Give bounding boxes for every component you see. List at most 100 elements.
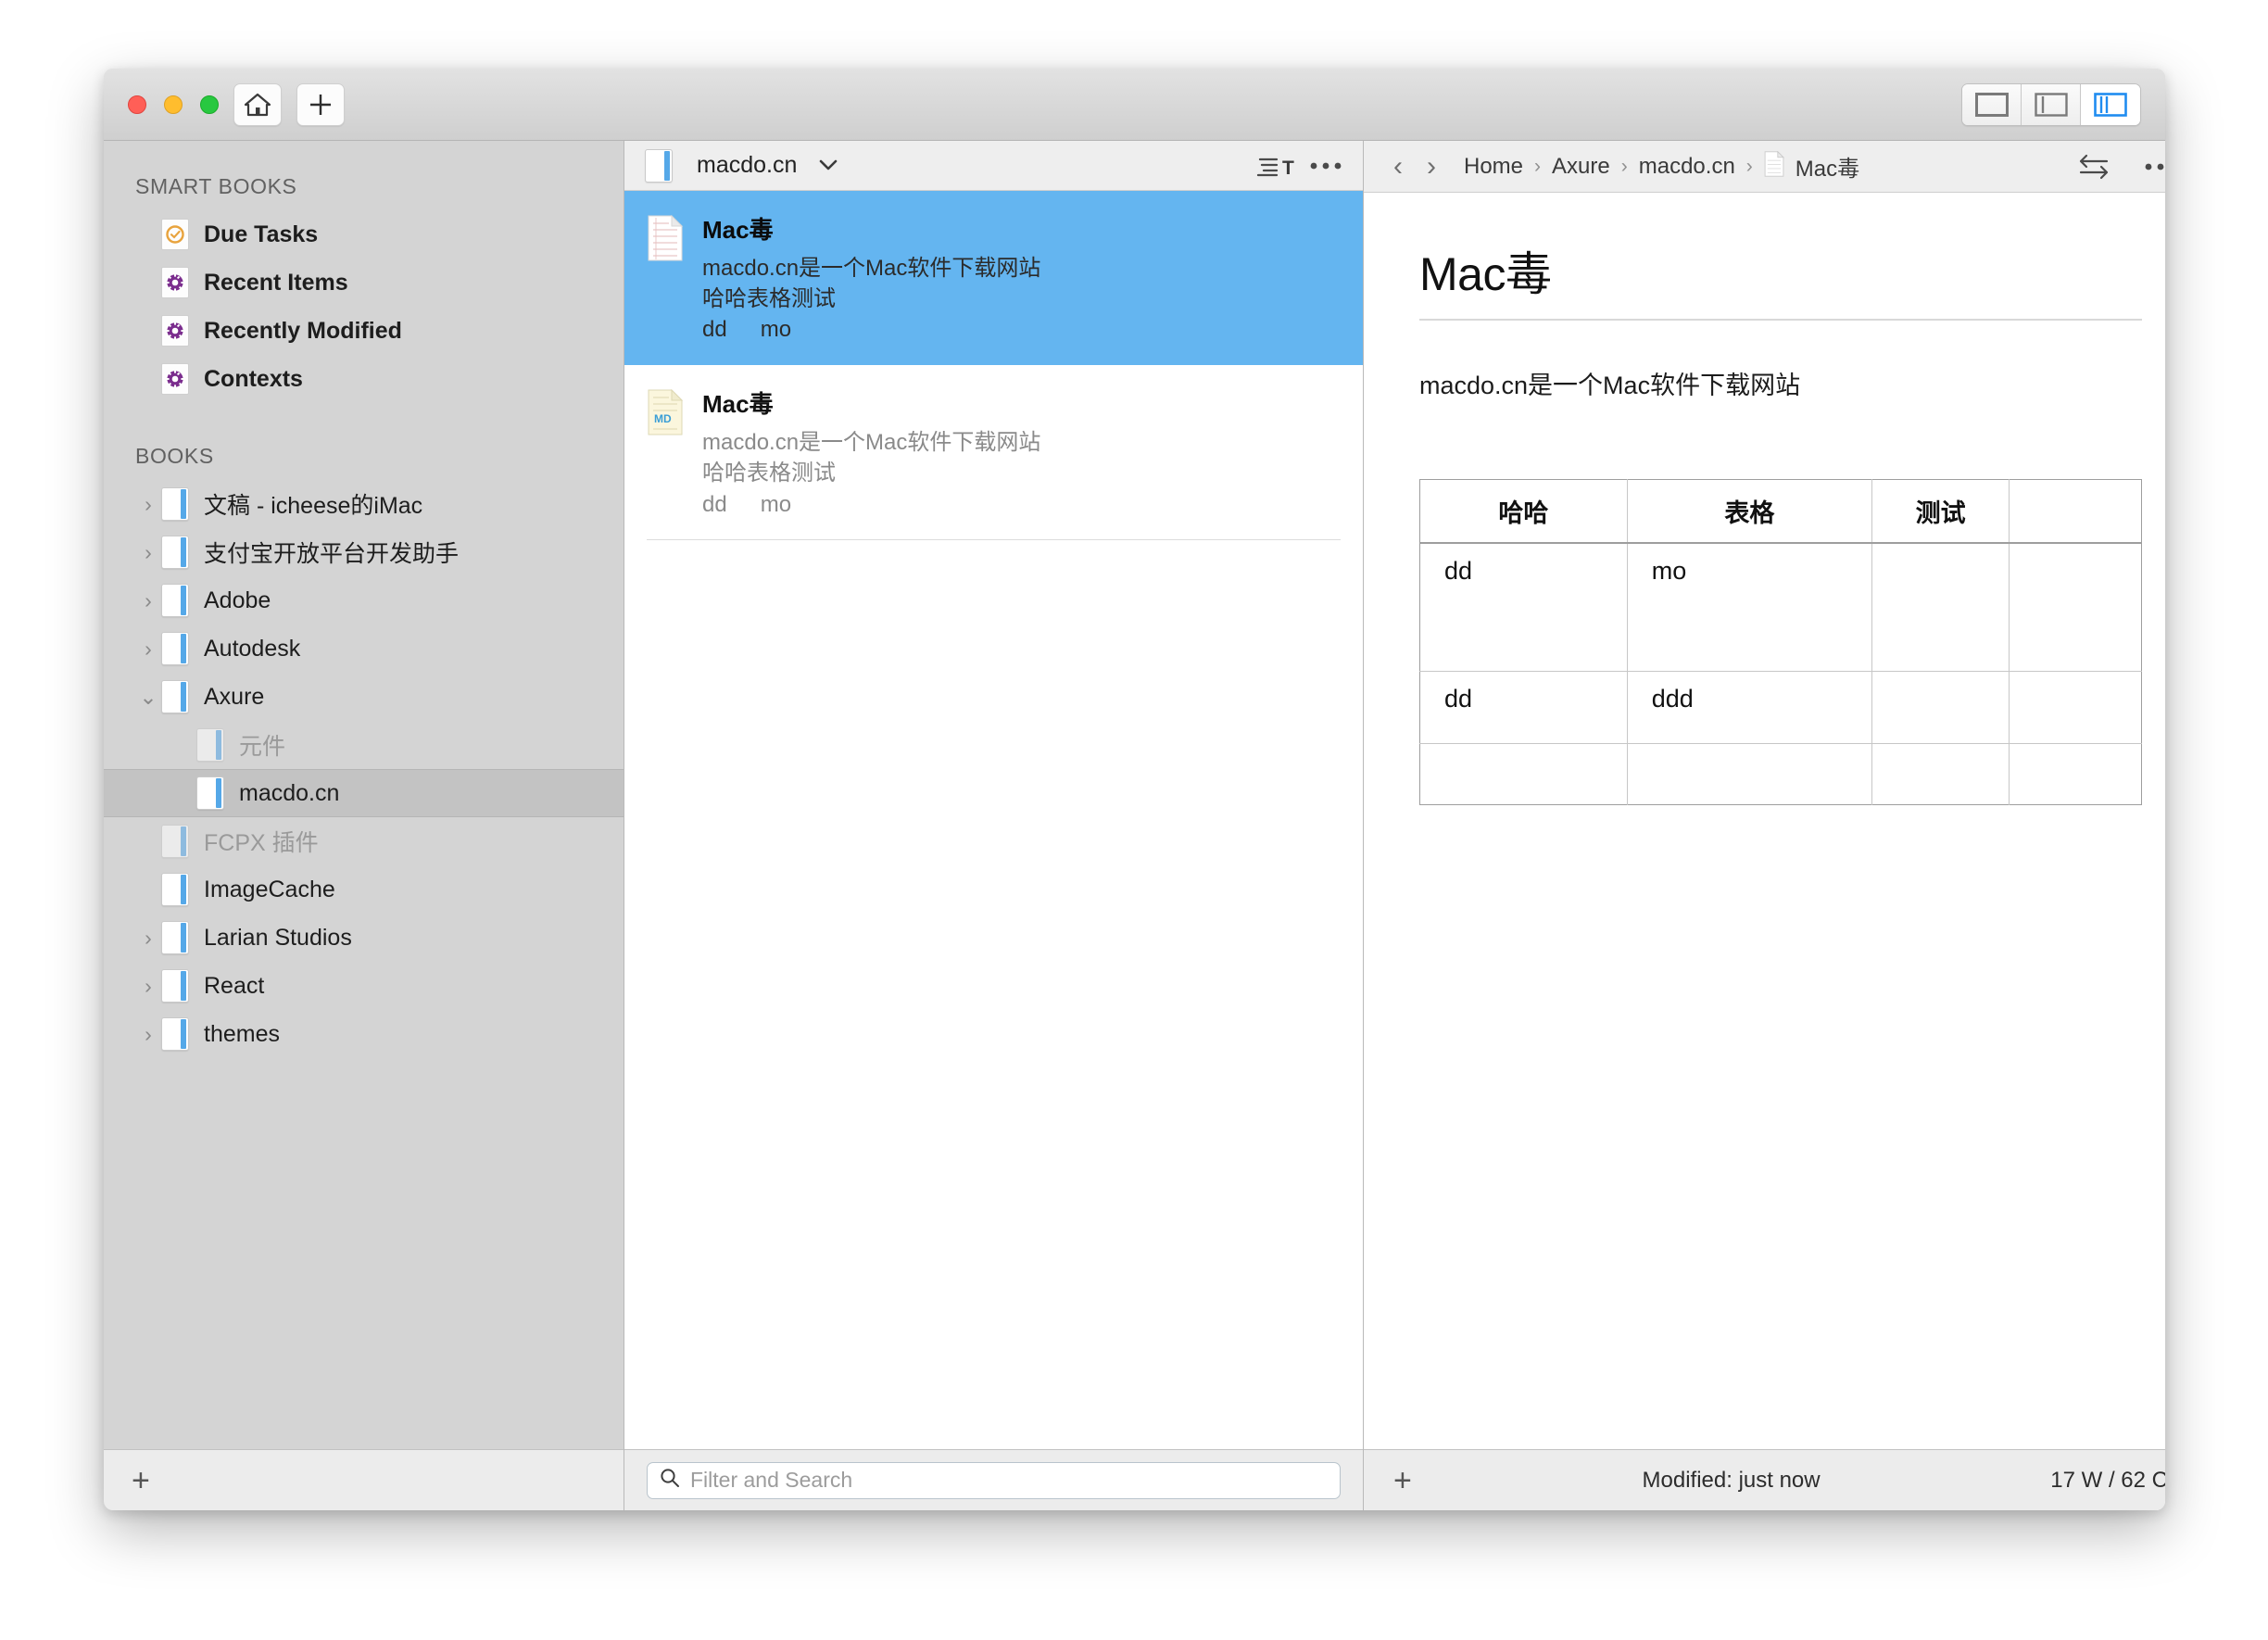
table-row: dd ddd bbox=[1419, 671, 2142, 744]
table-cell[interactable] bbox=[1871, 671, 2010, 744]
sidebar-item-label: Recently Modified bbox=[204, 317, 402, 344]
view-mode-single-pane[interactable] bbox=[1962, 83, 2022, 125]
sidebar-item-adobe[interactable]: › Adobe bbox=[104, 576, 624, 624]
chevron-down-icon[interactable] bbox=[819, 155, 838, 176]
chevron-right-icon[interactable]: › bbox=[135, 1022, 161, 1047]
sidebar-bottom-bar: + bbox=[104, 1449, 624, 1510]
ellipsis-icon[interactable] bbox=[1309, 161, 1342, 170]
breadcrumb-separator: › bbox=[1620, 155, 1628, 177]
sidebar-item-label: 元件 bbox=[239, 734, 286, 760]
chevron-right-icon[interactable]: › bbox=[135, 926, 161, 951]
book-icon bbox=[196, 776, 224, 810]
sidebar-item-larian-studios[interactable]: › Larian Studios bbox=[104, 914, 624, 962]
sidebar-item-react[interactable]: › React bbox=[104, 962, 624, 1010]
table-cell[interactable] bbox=[1871, 543, 2010, 672]
sidebar-item-recent-items[interactable]: Recent Items bbox=[104, 259, 624, 307]
sidebar-item-label: themes bbox=[204, 1020, 280, 1047]
table-cell[interactable] bbox=[2010, 743, 2142, 804]
home-button[interactable] bbox=[233, 82, 282, 126]
table-cell[interactable] bbox=[1627, 743, 1872, 804]
add-book-button[interactable]: + bbox=[132, 1465, 150, 1496]
list-item-snippet-line2: 哈哈表格测试 bbox=[702, 286, 836, 312]
view-mode-switcher[interactable] bbox=[1961, 82, 2141, 126]
table-cell[interactable] bbox=[1419, 743, 1628, 804]
chevron-right-icon[interactable]: › bbox=[135, 540, 161, 565]
sidebar-item-label: Axure bbox=[204, 683, 265, 710]
sidebar-scroll-area[interactable]: SMART BOOKS Due Tasks Recent Items Recen… bbox=[104, 141, 624, 1449]
note-list-bottom-bar: Filter and Search bbox=[624, 1449, 1363, 1510]
sidebar-item-macdo-cn[interactable]: macdo.cn bbox=[104, 769, 624, 817]
close-window-button[interactable] bbox=[128, 95, 146, 114]
book-icon bbox=[161, 969, 189, 1003]
add-note-button[interactable]: + bbox=[1393, 1465, 1412, 1496]
ellipsis-icon[interactable] bbox=[2144, 162, 2165, 171]
document-table[interactable]: 哈哈 表格 测试 dd mo dd ddd bbox=[1419, 479, 2142, 805]
sidebar-item-autodesk[interactable]: › Autodesk bbox=[104, 624, 624, 673]
sidebar-item-axure[interactable]: ⌄ Axure bbox=[104, 673, 624, 721]
sidebar-item-themes[interactable]: › themes bbox=[104, 1010, 624, 1058]
breadcrumb-item-home[interactable]: Home bbox=[1464, 154, 1523, 180]
modified-status: Modified: just now bbox=[1642, 1467, 1821, 1493]
breadcrumb-item-macdo-cn[interactable]: macdo.cn bbox=[1639, 154, 1735, 180]
table-cell[interactable]: dd bbox=[1419, 671, 1628, 744]
table-cell[interactable]: dd bbox=[1419, 543, 1628, 672]
swap-arrows-icon[interactable] bbox=[2073, 154, 2114, 180]
zoom-window-button[interactable] bbox=[200, 95, 219, 114]
new-item-button[interactable] bbox=[296, 82, 345, 126]
book-icon bbox=[161, 873, 189, 906]
list-item[interactable]: Mac毒 macdo.cn是一个Mac软件下载网站 哈哈表格测试 dd mo bbox=[624, 191, 1363, 366]
sidebar-item-contexts[interactable]: Contexts bbox=[104, 355, 624, 403]
detail-panel: ‹ › Home › Axure › macdo.cn › Mac毒 Mac毒 … bbox=[1364, 141, 2165, 1510]
three-pane-icon bbox=[2094, 92, 2127, 117]
word-character-count: 17 W / 62 C bbox=[2050, 1467, 2165, 1493]
sidebar-item-label: Due Tasks bbox=[204, 221, 319, 247]
sidebar-item-alipay[interactable]: › 支付宝开放平台开发助手 bbox=[104, 528, 624, 576]
sidebar-item-recently-modified[interactable]: Recently Modified bbox=[104, 307, 624, 355]
chevron-right-icon[interactable]: › bbox=[1419, 151, 1443, 183]
table-row bbox=[1419, 743, 2142, 804]
table-header-cell: 测试 bbox=[1871, 479, 2010, 544]
book-icon bbox=[161, 1017, 189, 1051]
minimize-window-button[interactable] bbox=[164, 95, 183, 114]
sidebar-item-yuanjian[interactable]: 元件 bbox=[104, 721, 624, 769]
sidebar-item-label: macdo.cn bbox=[239, 779, 340, 806]
table-cell[interactable] bbox=[2009, 671, 2142, 744]
table-cell[interactable]: ddd bbox=[1627, 671, 1872, 744]
breadcrumb-item-document[interactable]: Mac毒 bbox=[1796, 150, 1859, 183]
sidebar-item-due-tasks[interactable]: Due Tasks bbox=[104, 210, 624, 259]
sort-text-icon[interactable]: T bbox=[1255, 153, 1298, 179]
sidebar-item-label: ImageCache bbox=[204, 876, 335, 902]
sidebar-item-label: FCPX 插件 bbox=[204, 830, 319, 856]
list-item-cell1: dd bbox=[702, 317, 727, 343]
chevron-right-icon[interactable]: › bbox=[135, 492, 161, 517]
table-cell[interactable] bbox=[1871, 743, 2010, 804]
text-document-icon bbox=[647, 214, 684, 261]
plus-icon bbox=[310, 94, 331, 115]
breadcrumb-item-axure[interactable]: Axure bbox=[1552, 154, 1610, 180]
chevron-right-icon[interactable]: › bbox=[135, 588, 161, 613]
view-mode-two-pane[interactable] bbox=[2022, 83, 2081, 125]
list-item[interactable]: MD Mac毒 macdo.cn是一个Mac软件下载网站 哈哈表格测试 dd m… bbox=[624, 365, 1363, 540]
breadcrumb-document-icon bbox=[1764, 150, 1784, 182]
chevron-right-icon[interactable]: › bbox=[135, 974, 161, 999]
book-icon bbox=[161, 584, 189, 617]
chevron-right-icon[interactable]: › bbox=[135, 637, 161, 662]
chevron-left-icon[interactable]: ‹ bbox=[1386, 151, 1410, 183]
table-cell[interactable]: mo bbox=[1627, 543, 1872, 672]
sidebar-item-label: React bbox=[204, 972, 265, 999]
view-mode-three-pane[interactable] bbox=[2081, 83, 2140, 125]
search-field[interactable]: Filter and Search bbox=[647, 1461, 1341, 1499]
sidebar-item-label: Larian Studios bbox=[204, 924, 352, 951]
table-cell[interactable] bbox=[2009, 543, 2142, 672]
sidebar-item-label: Autodesk bbox=[204, 635, 301, 662]
sidebar-item-imagecache[interactable]: ImageCache bbox=[104, 865, 624, 914]
list-item-title: Mac毒 bbox=[702, 390, 774, 419]
sidebar-item-label: Contexts bbox=[204, 365, 303, 392]
sidebar-item-fcpx[interactable]: FCPX 插件 bbox=[104, 817, 624, 865]
sidebar-item-wengao[interactable]: › 文稿 - icheese的iMac bbox=[104, 480, 624, 528]
note-list[interactable]: Mac毒 macdo.cn是一个Mac软件下载网站 哈哈表格测试 dd mo M… bbox=[624, 191, 1363, 1449]
chevron-down-icon[interactable]: ⌄ bbox=[135, 685, 161, 710]
book-icon bbox=[161, 921, 189, 954]
document-content[interactable]: Mac毒 macdo.cn是一个Mac软件下载网站 哈哈 表格 测试 dd mo… bbox=[1364, 193, 2165, 1449]
traffic-light-controls bbox=[128, 95, 219, 114]
